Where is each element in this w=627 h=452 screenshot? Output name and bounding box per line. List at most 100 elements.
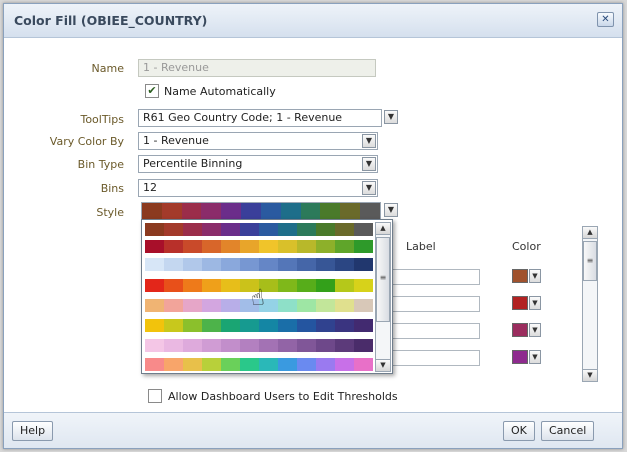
palette-swatch [316,223,335,236]
palette-swatch [181,203,202,219]
palette-swatch [201,203,222,219]
chevron-down-icon[interactable]: ▼ [362,157,376,171]
palette-swatch [145,279,164,292]
color-fill-dialog: Color Fill (OBIEE_COUNTRY) ✕ Name 1 - Re… [3,3,623,449]
palette-option[interactable] [145,319,373,332]
bins-value: 12 [143,181,157,194]
name-automatically-checkbox[interactable]: ✔ [145,84,159,98]
palette-swatch [278,279,297,292]
vary-color-by-value: 1 - Revenue [143,134,209,147]
vary-color-by-select[interactable]: 1 - Revenue ▼ [138,132,378,150]
palette-swatch [202,279,221,292]
scroll-thumb[interactable]: ≡ [376,237,390,322]
palette-swatch [221,339,240,352]
palette-swatch [240,339,259,352]
bins-select[interactable]: 12 ▼ [138,179,378,197]
palette-swatch [142,203,162,219]
name-field[interactable]: 1 - Revenue [138,59,376,77]
threshold-color-swatch[interactable] [512,323,528,337]
palette-swatch [221,240,240,253]
thresholds-scrollbar[interactable]: ▲ ≡ ▼ [582,226,598,382]
palette-swatch [316,240,335,253]
chevron-down-icon[interactable]: ▼ [529,269,541,283]
palette-option[interactable] [145,240,373,253]
palette-list-scrollbar[interactable]: ▲ ≡ ▼ [375,222,391,372]
palette-swatch [259,339,278,352]
dialog-footer: Help OK Cancel [4,412,622,448]
chevron-down-icon[interactable]: ▼ [529,323,541,337]
palette-swatch [164,240,183,253]
palette-swatch [145,358,164,371]
palette-option[interactable] [145,358,373,371]
palette-dropdown-list[interactable]: ▲ ≡ ▼ [141,219,393,374]
palette-swatch [183,240,202,253]
palette-swatch [297,240,316,253]
scroll-down-icon[interactable]: ▼ [583,369,597,381]
palette-option[interactable] [145,339,373,352]
palette-swatch [297,358,316,371]
scroll-up-icon[interactable]: ▲ [376,223,390,235]
scroll-down-icon[interactable]: ▼ [376,359,390,371]
palette-swatch [202,358,221,371]
threshold-label-input[interactable] [392,269,480,285]
chevron-down-icon[interactable]: ▼ [529,296,541,310]
palette-swatch [240,358,259,371]
palette-swatch [259,319,278,332]
palette-swatch [202,240,221,253]
style-dropdown-icon[interactable]: ▼ [384,203,398,217]
palette-swatch [297,299,316,312]
help-button[interactable]: Help [12,421,54,441]
chevron-down-icon[interactable]: ▼ [362,181,376,195]
chevron-down-icon[interactable]: ▼ [362,134,376,148]
name-label: Name [91,62,124,75]
palette-swatch [202,299,221,312]
palette-swatch [278,223,297,236]
allow-edit-thresholds-label: Allow Dashboard Users to Edit Thresholds [168,390,398,403]
hand-pointer-icon: ☝ [249,285,266,312]
palette-swatch [183,319,202,332]
palette-swatch [335,258,354,271]
threshold-label-input[interactable] [392,323,480,339]
dialog-title: Color Fill (OBIEE_COUNTRY) [14,13,208,28]
palette-swatch [145,299,164,312]
bin-type-label: Bin Type [77,158,124,171]
palette-swatch [278,258,297,271]
label-column-header: Label [406,240,436,253]
palette-swatch [221,358,240,371]
tooltips-dropdown-icon[interactable]: ▼ [384,110,398,124]
name-automatically-label: Name Automatically [164,85,276,98]
allow-edit-thresholds-checkbox[interactable] [148,389,162,403]
threshold-label-input[interactable] [392,350,480,366]
palette-swatch [259,223,278,236]
scroll-thumb[interactable]: ≡ [583,241,597,281]
chevron-down-icon[interactable]: ▼ [529,350,541,364]
bin-type-select[interactable]: Percentile Binning ▼ [138,155,378,173]
selected-palette-swatches [142,203,380,219]
threshold-color-swatch[interactable] [512,296,528,310]
palette-swatch [240,223,259,236]
palette-option[interactable] [145,223,373,236]
palette-option[interactable] [145,258,373,271]
palette-swatch [354,339,373,352]
threshold-color-swatch[interactable] [512,269,528,283]
tooltips-field[interactable]: R61 Geo Country Code; 1 - Revenue [138,109,382,127]
palette-swatch [335,299,354,312]
palette-swatch [164,299,183,312]
threshold-label-input[interactable] [392,296,480,312]
palette-swatch [297,223,316,236]
palette-swatch [316,279,335,292]
palette-swatch [297,319,316,332]
palette-swatch [145,339,164,352]
ok-button[interactable]: OK [503,421,535,441]
close-icon[interactable]: ✕ [597,12,614,27]
palette-swatch [297,258,316,271]
cancel-button[interactable]: Cancel [541,421,595,441]
scroll-up-icon[interactable]: ▲ [583,227,597,239]
palette-swatch [259,358,278,371]
threshold-color-swatch[interactable] [512,350,528,364]
palette-swatch [164,279,183,292]
style-label: Style [96,206,124,219]
style-palette-select[interactable] [141,202,381,220]
bins-label: Bins [100,182,124,195]
palette-swatch [354,358,373,371]
